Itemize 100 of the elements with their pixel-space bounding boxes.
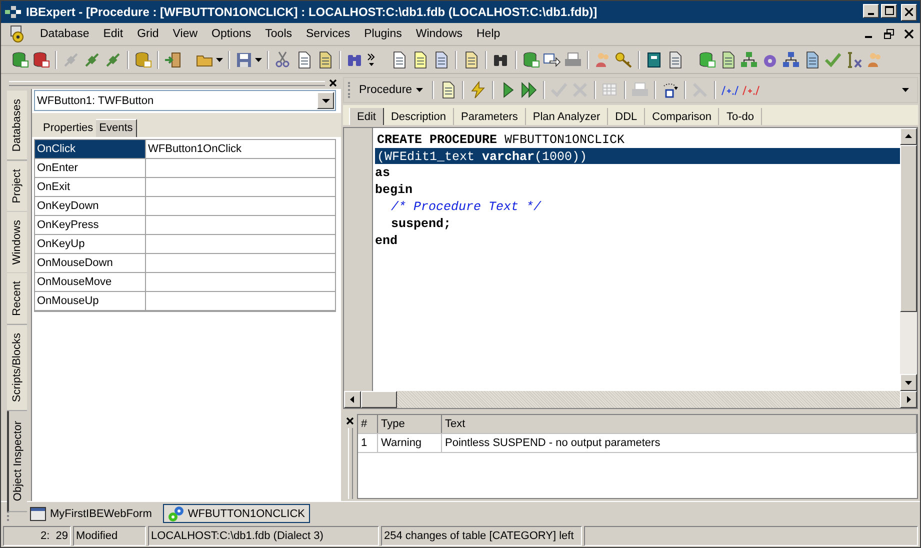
- plug-icon[interactable]: [104, 50, 122, 68]
- new-tree-icon[interactable]: [782, 50, 800, 68]
- app-icon: [5, 5, 21, 19]
- database-icon[interactable]: [134, 50, 152, 68]
- menu-item[interactable]: Grid: [130, 28, 166, 40]
- procedure-dropdown[interactable]: Procedure: [355, 82, 428, 98]
- code-line: as: [375, 166, 390, 180]
- code-line: CREATE PROCEDURE WFBUTTON1ONCLICK: [376, 132, 626, 146]
- menu-item[interactable]: Edit: [96, 28, 130, 40]
- event-name[interactable]: OnExit: [35, 178, 146, 196]
- scroll-right-icon[interactable]: [900, 391, 917, 408]
- side-tab[interactable]: Project: [7, 160, 27, 212]
- close-icon[interactable]: [346, 417, 354, 425]
- table-cell: Pointless SUSPEND - no output parameters: [442, 434, 917, 452]
- side-tab[interactable]: Scripts/Blocks: [7, 325, 27, 412]
- menu-item[interactable]: View: [166, 28, 205, 40]
- event-name[interactable]: OnKeyDown: [35, 197, 146, 215]
- status-panel: LOCALHOST:C:\db1.fdb (Dialect 3): [148, 526, 379, 546]
- editor-tab[interactable]: DDL: [608, 108, 646, 125]
- object-dropdown[interactable]: WFButton1: TWFButton: [34, 90, 336, 111]
- run-all-icon[interactable]: [520, 81, 538, 99]
- event-value[interactable]: WFButton1OnClick: [146, 140, 335, 158]
- database-add-icon[interactable]: [11, 50, 29, 68]
- vertical-scrollbar[interactable]: [900, 128, 917, 391]
- maximize-button[interactable]: [881, 4, 897, 18]
- table-cell: Warning: [378, 434, 442, 452]
- close-button[interactable]: [901, 4, 917, 20]
- window-tab[interactable]: WFBUTTON1ONCLICK: [162, 504, 310, 523]
- format-icon[interactable]: [661, 81, 680, 99]
- gears-icon: [168, 506, 184, 522]
- event-name[interactable]: OnMouseUp: [35, 292, 146, 310]
- inspector-tab[interactable]: Properties: [40, 119, 96, 137]
- event-name[interactable]: OnMouseMove: [35, 273, 146, 291]
- status-panel: Modified: [73, 526, 146, 546]
- scroll-up-icon[interactable]: [900, 128, 917, 145]
- database-remove-icon[interactable]: [32, 50, 50, 68]
- editor-tab[interactable]: Comparison: [645, 108, 720, 125]
- database-search-icon[interactable]: [522, 50, 540, 68]
- code-line: begin: [375, 182, 413, 196]
- caret-icon[interactable]: [902, 88, 909, 92]
- caret-icon[interactable]: [216, 58, 223, 62]
- menu-item[interactable]: Options: [204, 28, 258, 40]
- side-tab[interactable]: Windows: [7, 212, 27, 274]
- side-tab[interactable]: Object Inspector: [7, 411, 27, 512]
- editor-tab[interactable]: To-do: [719, 108, 762, 125]
- column-header[interactable]: Type: [378, 415, 442, 433]
- menu-item[interactable]: Tools: [258, 28, 300, 40]
- close-icon[interactable]: [329, 79, 337, 87]
- new-check-icon[interactable]: [824, 50, 842, 68]
- menu-item[interactable]: Plugins: [357, 28, 409, 40]
- event-name[interactable]: OnKeyPress: [35, 216, 146, 234]
- event-name[interactable]: OnEnter: [35, 159, 146, 177]
- scroll-thumb[interactable]: [900, 145, 917, 312]
- editor-tab[interactable]: Description: [384, 108, 454, 125]
- close-icon[interactable]: [904, 29, 914, 39]
- code-line: suspend;: [390, 216, 452, 230]
- event-name[interactable]: OnKeyUp: [35, 235, 146, 253]
- caret-icon[interactable]: [255, 58, 262, 62]
- window-title: IBExpert - [Procedure : [WFBUTTON1ONCLICK] : LOCALHOST:C:\db1.fdb (LOCALHOST:C:\db1.fdb)]: [26, 5, 598, 19]
- book-icon[interactable]: [645, 50, 663, 68]
- horizontal-scrollbar[interactable]: [344, 391, 917, 408]
- scroll-left-icon[interactable]: [344, 391, 361, 408]
- column-header[interactable]: Text: [442, 415, 917, 433]
- key-icon[interactable]: [615, 50, 633, 68]
- status-panel: 2: 29: [3, 526, 71, 546]
- chevron-icon[interactable]: [367, 52, 376, 68]
- code-line: end: [375, 234, 398, 248]
- new-tree-icon[interactable]: [740, 50, 758, 68]
- minimize-icon: [868, 12, 874, 14]
- window-icon: [30, 506, 46, 520]
- inspector-tab[interactable]: Events: [96, 119, 137, 137]
- exit-icon[interactable]: [164, 50, 182, 68]
- menu-item[interactable]: Help: [470, 28, 508, 40]
- event-name[interactable]: OnMouseDown: [35, 254, 146, 272]
- lightning-icon[interactable]: [469, 81, 488, 99]
- new-function-icon[interactable]: [845, 50, 863, 68]
- window-tab[interactable]: MyFirstIBEWebForm: [25, 504, 157, 523]
- export-icon[interactable]: [543, 50, 561, 68]
- plug-icon[interactable]: [83, 50, 101, 68]
- menu-item[interactable]: Services: [299, 28, 358, 40]
- side-tab[interactable]: Recent: [7, 273, 27, 326]
- save-icon[interactable]: [235, 50, 253, 68]
- restore-icon[interactable]: [884, 29, 894, 39]
- menu-item[interactable]: Database: [33, 28, 96, 40]
- minimize-button[interactable]: [863, 4, 879, 18]
- code-comment: /* Procedure Text */: [390, 200, 542, 214]
- cut-icon[interactable]: [274, 50, 292, 68]
- menu-item[interactable]: Windows: [408, 28, 470, 40]
- table-cell: 1: [358, 434, 378, 452]
- code-editor[interactable]: CREATE PROCEDURE WFBUTTON1ONCLICK (WFEdit1_text varchar(1000)) as begin /* Procedure Text */ suspend; end: [343, 127, 918, 409]
- scroll-down-icon[interactable]: [900, 374, 917, 391]
- event-name[interactable]: OnClick: [35, 140, 146, 158]
- side-tab[interactable]: Databases: [7, 91, 27, 161]
- editor-tab[interactable]: Plan Analyzer: [526, 108, 608, 125]
- column-header[interactable]: #: [358, 415, 378, 433]
- editor-tab[interactable]: Edit: [349, 108, 384, 125]
- caret-icon: [416, 88, 424, 92]
- scroll-thumb[interactable]: [361, 391, 397, 408]
- editor-tab[interactable]: Parameters: [454, 108, 526, 125]
- status-panel: 254 changes of table [CATEGORY] left: [381, 526, 582, 546]
